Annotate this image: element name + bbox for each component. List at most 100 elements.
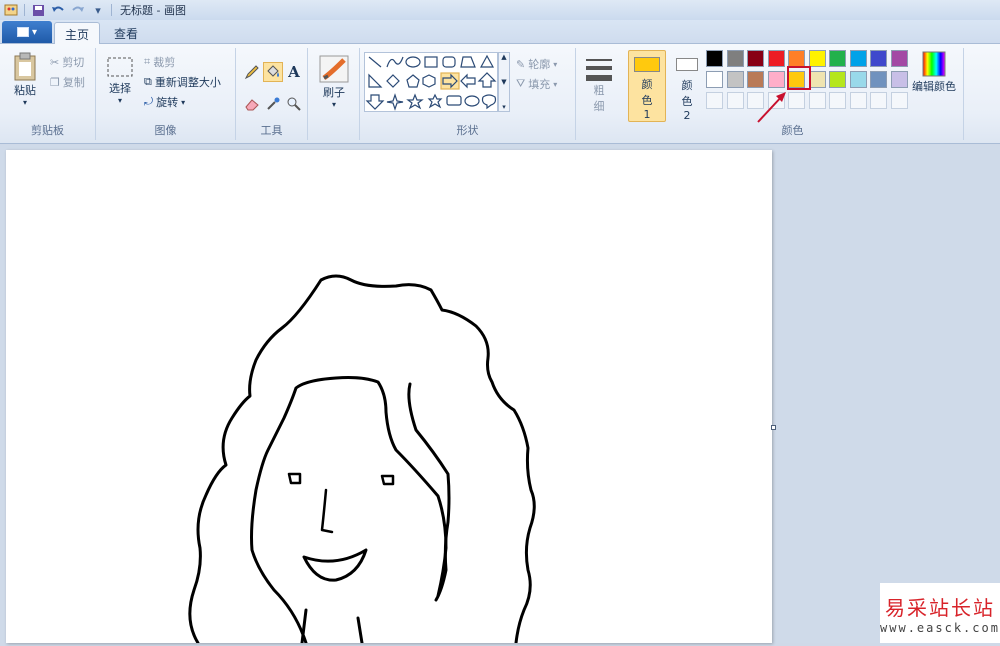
rotate-dropdown-icon: ▾ (181, 97, 186, 107)
brushes-button[interactable]: 刷子 ▾ (316, 54, 352, 109)
palette-swatch[interactable] (706, 71, 723, 88)
fill-tool[interactable] (263, 62, 283, 82)
separator (111, 4, 112, 16)
palette-swatch[interactable] (890, 50, 908, 67)
redo-icon[interactable] (71, 3, 85, 17)
edit-colors-button[interactable]: 编辑颜色 (910, 50, 958, 94)
paint-app-icon[interactable] (4, 3, 18, 17)
palette-swatch[interactable] (849, 71, 867, 88)
shapes-scroll[interactable]: ▲ ▼ ▾ (498, 52, 510, 112)
watermark-text: 易采站长站 (885, 595, 995, 620)
eraser-tool[interactable] (242, 94, 262, 114)
select-label: 选择 (109, 82, 131, 95)
undo-icon[interactable] (51, 3, 65, 17)
palette-empty-slot[interactable] (849, 92, 867, 109)
palette-swatch[interactable] (747, 50, 764, 67)
brush-icon (319, 55, 349, 83)
color2-button[interactable]: 颜色 2 (672, 50, 702, 122)
shapes-group: ▲ ▼ ▾ ✎ 轮廓 ▾ ⛛ 填充 ▾ 形状 (360, 48, 576, 140)
size-group: 粗 细 (576, 48, 622, 140)
brushes-group[interactable]: 刷子 ▾ (308, 48, 360, 140)
outline-label: 轮廓 (528, 58, 551, 71)
magnifier-tool[interactable] (284, 94, 304, 114)
image-group-label: 图像 (154, 124, 177, 137)
color1-button[interactable]: 颜色 1 (628, 50, 666, 122)
clipboard-group: 粘贴 ▾ ✂ 剪切 ❐ 复制 剪贴板 (0, 48, 96, 140)
color1-swatch (634, 57, 660, 72)
select-button[interactable]: 选择 ▾ (104, 56, 136, 105)
scroll-down-icon: ▼ (501, 78, 507, 86)
crop-icon: ⌗ (144, 55, 151, 68)
file-menu-button[interactable]: ▾ (2, 21, 52, 43)
size-button[interactable]: 粗 细 (582, 56, 616, 114)
palette-swatch[interactable] (808, 50, 826, 67)
tab-view[interactable]: 查看 (104, 22, 148, 44)
portrait-drawing (188, 274, 536, 645)
fill-button[interactable]: ⛛ 填充 ▾ (516, 76, 557, 92)
crop-button[interactable]: ⌗ 裁剪 (144, 54, 175, 70)
save-icon[interactable] (31, 3, 45, 17)
palette-swatch[interactable] (726, 50, 744, 67)
select-dropdown-icon: ▾ (117, 96, 122, 105)
palette-empty-slot[interactable] (890, 92, 908, 109)
customize-quick-access-icon[interactable]: ▾ (91, 3, 105, 17)
brushes-dropdown-icon: ▾ (331, 100, 336, 109)
fill-label: 填充 (528, 78, 551, 91)
size-label-2: 细 (593, 100, 605, 113)
outline-button[interactable]: ✎ 轮廓 ▾ (516, 56, 557, 72)
magnifier-icon (287, 97, 301, 111)
palette-swatch[interactable] (829, 71, 846, 88)
shapes-gallery[interactable] (364, 52, 498, 112)
palette-swatch[interactable] (706, 50, 723, 67)
palette-empty-slot[interactable] (808, 92, 826, 109)
rotate-label: 旋转 (156, 96, 179, 109)
cut-button[interactable]: ✂ 剪切 (50, 54, 84, 70)
palette-swatch[interactable] (849, 50, 867, 67)
copy-icon: ❐ (50, 75, 60, 89)
clipboard-icon (14, 52, 36, 81)
palette-empty-slot[interactable] (829, 92, 846, 109)
palette-empty-slot[interactable] (870, 92, 887, 109)
palette-swatch[interactable] (870, 50, 887, 67)
expand-gallery-icon: ▾ (502, 103, 506, 111)
palette-swatch[interactable] (890, 71, 908, 88)
text-tool[interactable]: A (284, 62, 304, 82)
separator (24, 4, 25, 16)
outline-icon: ✎ (516, 57, 526, 71)
copy-label: 复制 (62, 76, 85, 89)
drawing-canvas[interactable] (6, 150, 772, 645)
copy-button[interactable]: ❐ 复制 (50, 74, 85, 90)
outline-dropdown-icon: ▾ (553, 59, 558, 69)
palette-empty-slot[interactable] (706, 92, 723, 109)
annotation-arrow (757, 92, 786, 123)
color2-label: 颜色 2 (681, 79, 693, 122)
tools-group-label: 工具 (260, 124, 283, 137)
palette-swatch[interactable] (829, 50, 846, 67)
palette-swatch[interactable] (788, 50, 805, 67)
resize-button[interactable]: ⧉ 重新调整大小 (144, 74, 221, 90)
rotate-icon: ⤾ (144, 95, 154, 108)
paste-dropdown-icon: ▾ (22, 98, 27, 107)
eraser-icon (245, 99, 259, 111)
canvas-resize-handle[interactable] (771, 425, 776, 430)
paste-button[interactable]: 粘贴 ▾ (8, 52, 42, 107)
brushes-label: 刷子 (323, 86, 345, 99)
eyedropper-icon (267, 97, 280, 110)
palette-swatch[interactable] (726, 71, 744, 88)
color2-swatch (676, 58, 698, 71)
palette-swatch[interactable] (808, 71, 826, 88)
canvas-area (0, 145, 1000, 645)
palette-swatch[interactable] (767, 50, 785, 67)
rotate-button[interactable]: ⤾ 旋转 ▾ (144, 94, 185, 110)
resize-icon: ⧉ (144, 75, 152, 88)
resize-label: 重新调整大小 (154, 76, 221, 89)
tab-home[interactable]: 主页 (54, 22, 101, 44)
color-picker-tool[interactable] (263, 94, 283, 114)
palette-empty-slot[interactable] (726, 92, 744, 109)
pencil-tool[interactable] (242, 62, 262, 82)
ribbon: 粘贴 ▾ ✂ 剪切 ❐ 复制 剪贴板 选择 ▾ ⌗ 裁剪 ⧉ 重新调整大小 ⤾ … (0, 44, 1000, 144)
window-title: 无标题 - 画图 (120, 4, 186, 17)
file-menu-icon (16, 27, 29, 37)
line-size-icon (586, 59, 612, 81)
palette-swatch[interactable] (870, 71, 887, 88)
